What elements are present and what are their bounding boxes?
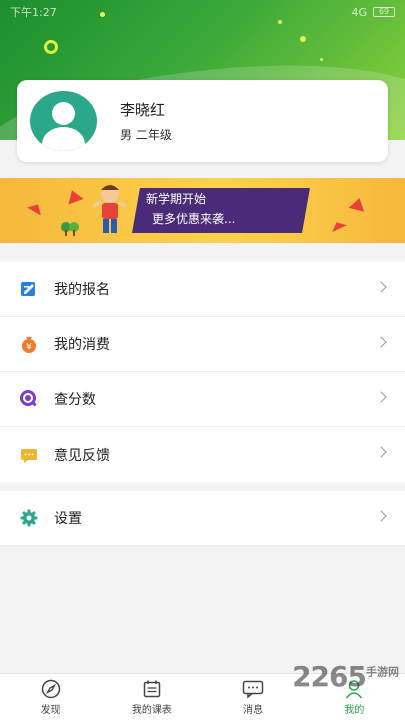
flag-decor <box>329 218 347 233</box>
menu-list: 我的报名 ¥ 我的消费 查分数 意见反馈 <box>0 262 405 482</box>
avatar-head <box>52 102 75 125</box>
menu-label: 设置 <box>54 511 82 527</box>
watermark-suffix: 手游网 <box>366 665 399 679</box>
tab-label: 发现 <box>40 704 61 716</box>
profile-name: 李晓红 <box>120 101 166 119</box>
profile-info: 李晓红 男 二年级 <box>120 99 172 143</box>
tab-label: 我的 <box>344 704 365 716</box>
battery-icon: 69 <box>373 7 395 17</box>
menu-label: 意见反馈 <box>54 447 110 464</box>
promo-line-1: 新学期开始 <box>146 192 207 206</box>
watermark-brand: 2265 <box>292 660 367 693</box>
flag-decor <box>27 200 45 216</box>
search-score-icon <box>20 390 38 408</box>
menu-label: 我的消费 <box>54 337 110 353</box>
decor-dot <box>300 36 306 42</box>
tab-messages[interactable]: 消息 <box>203 674 304 720</box>
menu-item-spending[interactable]: ¥ 我的消费 <box>0 317 405 372</box>
promo-line-2: 更多优惠来袭... <box>152 212 236 226</box>
status-time: 下午1:27 <box>10 6 57 19</box>
tab-discover[interactable]: 发现 <box>0 674 101 720</box>
message-icon <box>242 680 264 699</box>
chevron-right-icon <box>375 391 387 403</box>
tab-label: 消息 <box>243 704 264 716</box>
decor-dot <box>320 58 323 61</box>
profile-card[interactable]: 李晓红 男 二年级 <box>17 80 388 162</box>
flag-decor <box>348 196 368 212</box>
decor-ring <box>44 40 58 54</box>
chevron-right-icon <box>375 281 387 293</box>
signal-label: 4G <box>351 5 367 19</box>
menu-item-scores[interactable]: 查分数 <box>0 372 405 427</box>
promo-banner[interactable]: 新学期开始 更多优惠来袭... <box>0 178 405 243</box>
menu-item-feedback[interactable]: 意见反馈 <box>0 427 405 482</box>
cartoon-kid-icon <box>93 185 127 233</box>
status-icons: 4G 69 <box>351 6 395 19</box>
menu-item-registration[interactable]: 我的报名 <box>0 262 405 317</box>
promo-text: 新学期开始 更多优惠来袭... <box>146 189 235 229</box>
menu-item-settings[interactable]: 设置 <box>0 491 405 546</box>
svg-text:¥: ¥ <box>26 343 32 353</box>
avatar[interactable] <box>30 91 97 151</box>
chevron-right-icon <box>375 446 387 458</box>
menu-label: 查分数 <box>54 392 96 408</box>
tab-schedule[interactable]: 我的课表 <box>101 674 202 720</box>
edit-icon <box>20 280 38 298</box>
status-bar: 下午1:27 4G 69 <box>0 0 405 24</box>
money-bag-icon: ¥ <box>20 335 38 353</box>
chevron-right-icon <box>375 336 387 348</box>
gear-icon <box>20 509 38 527</box>
profile-subtitle: 男 二年级 <box>120 128 172 142</box>
compass-icon <box>41 679 60 698</box>
chevron-right-icon <box>375 510 387 522</box>
tree-icon <box>61 222 79 236</box>
menu-label: 我的报名 <box>54 282 110 298</box>
feedback-icon <box>20 446 38 464</box>
watermark: 2265手游网 <box>292 660 399 693</box>
tab-label: 我的课表 <box>131 704 172 716</box>
flag-decor <box>64 187 84 205</box>
calendar-icon <box>143 680 161 697</box>
avatar-body <box>42 127 85 151</box>
